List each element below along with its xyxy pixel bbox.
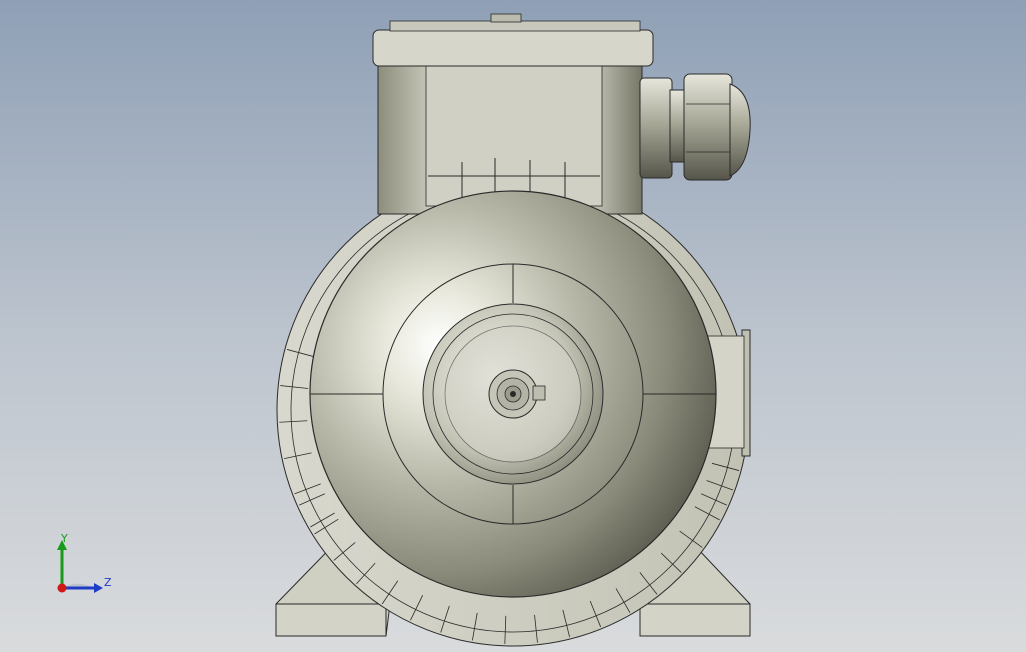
triad-y-label: Y: [61, 532, 68, 545]
cable-gland[interactable]: [639, 73, 751, 181]
motor-model-view[interactable]: [0, 0, 1026, 652]
orientation-triad[interactable]: Y Z: [50, 530, 120, 600]
cad-viewport[interactable]: Y Z: [0, 0, 1026, 652]
terminal-box[interactable]: [372, 13, 654, 215]
triad-x-axis-dot: [57, 583, 67, 593]
shaft-key: [532, 385, 546, 401]
lid-screw: [490, 13, 522, 23]
right-foot-base: [639, 603, 751, 637]
triad-z-label: Z: [104, 576, 112, 589]
terminal-box-lid[interactable]: [372, 29, 654, 67]
left-foot-base: [275, 603, 387, 637]
triad-z-arrow-icon: [94, 583, 103, 593]
